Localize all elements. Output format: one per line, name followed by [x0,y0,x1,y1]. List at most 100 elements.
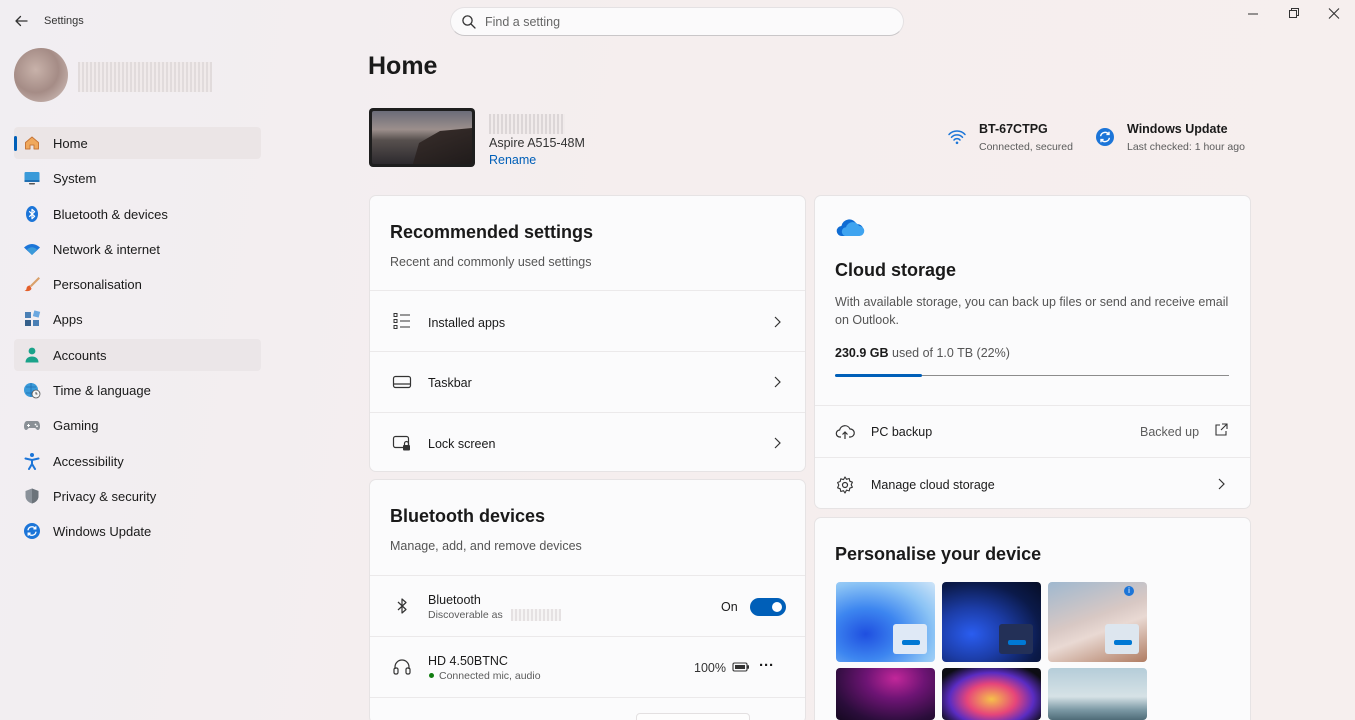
theme-thumbnail-purple[interactable] [836,668,935,720]
taskbar-icon [392,372,412,392]
theme-window-preview [999,624,1033,654]
sidebar-item-windows-update[interactable]: Windows Update [14,515,261,547]
pc-backup-row[interactable]: PC backup Backed up [815,405,1250,457]
row-label: Manage cloud storage [871,478,995,492]
sidebar-item-network[interactable]: Network & internet [14,233,261,265]
sidebar-item-apps[interactable]: Apps [14,303,261,335]
minimize-button[interactable] [1238,4,1268,24]
device-status: Connected mic, audio [439,670,541,682]
manage-cloud-storage-row[interactable]: Manage cloud storage [815,457,1250,508]
lock-screen-row[interactable]: Lock screen [370,412,805,471]
storage-used-amount: 230.9 GB [835,346,889,360]
lock-screen-icon [392,433,412,453]
list-icon [392,311,412,331]
search-box[interactable] [450,7,904,36]
home-icon [23,134,41,152]
storage-usage: 230.9 GB used of 1.0 TB (22%) [835,346,1010,360]
device-row-headphones[interactable]: HD 4.50BTNC Connected mic, audio 100% ··… [370,636,805,697]
theme-thumbnail-flowers[interactable]: i [1048,582,1147,662]
chevron-right-icon [772,315,782,329]
sidebar-item-label: Accessibility [53,453,124,469]
sidebar-item-system[interactable]: System [14,162,261,194]
sidebar-item-home[interactable]: Home [14,127,261,159]
cloud-storage-card: Cloud storage With available storage, yo… [814,195,1251,509]
discoverable-name-redacted [511,609,561,621]
sidebar-item-bluetooth[interactable]: Bluetooth & devices [14,198,261,230]
discoverable-label: Discoverable as [428,609,503,621]
toggle-state-label: On [721,600,738,614]
network-state: Connected, secured [979,141,1073,153]
sidebar-item-label: Personalisation [53,277,142,293]
row-label: PC backup [871,425,933,439]
connected-dot [429,673,434,678]
sidebar-item-label: Time & language [53,383,151,399]
card-title: Cloud storage [835,260,957,280]
apps-icon [23,310,41,328]
sidebar-item-label: Apps [53,312,83,328]
theme-window-preview [893,624,927,654]
info-badge-icon: i [1124,586,1134,596]
view-all-devices-button[interactable] [636,713,750,720]
restore-button[interactable] [1279,4,1309,24]
page-title: Home [368,52,438,80]
avatar[interactable] [14,48,68,102]
update-icon [23,522,41,540]
storage-progress-bar [835,374,1229,377]
card-subtitle: Manage, add, and remove devices [390,539,582,553]
accessibility-icon [23,452,41,470]
theme-thumbnail-coast[interactable] [1048,668,1147,720]
recommended-settings-card: Recommended settings Recent and commonly… [369,195,806,472]
sidebar-nav: Home System Bluetooth & devices Network … [14,127,261,551]
sidebar-item-privacy[interactable]: Privacy & security [14,480,261,512]
storage-used-detail: used of 1.0 TB (22%) [892,346,1010,360]
device-model: Aspire A515-48M [489,136,585,150]
device-name: HD 4.50BTNC [428,654,508,668]
globe-clock-icon [23,381,41,399]
sidebar-item-label: System [53,171,97,187]
sidebar-item-time-language[interactable]: Time & language [14,374,261,406]
bluetooth-label: Bluetooth [428,593,481,607]
more-options-button[interactable]: ··· [759,657,774,674]
card-title: Personalise your device [835,544,1042,564]
chevron-right-icon [772,436,782,450]
monitor-icon [23,169,41,187]
storage-progress-fill [835,374,922,377]
installed-apps-row[interactable]: Installed apps [370,290,805,351]
backup-status: Backed up [1140,425,1200,439]
onedrive-cloud-icon [835,218,865,238]
bluetooth-toggle[interactable] [750,598,786,616]
sidebar-item-label: Network & internet [53,241,160,257]
theme-thumbnail-bloom[interactable] [942,668,1041,720]
sidebar-item-accessibility[interactable]: Accessibility [14,445,261,477]
headphones-icon [392,657,412,677]
cloud-description: With available storage, you can back up … [835,295,1229,327]
sidebar-item-personalisation[interactable]: Personalisation [14,268,261,300]
bluetooth-devices-card: Bluetooth devices Manage, add, and remov… [369,479,806,720]
search-icon [461,14,477,30]
taskbar-row[interactable]: Taskbar [370,351,805,412]
sidebar-item-label: Privacy & security [53,488,157,504]
theme-thumbnail-dark[interactable] [942,582,1041,662]
chevron-right-icon [772,375,782,389]
close-button[interactable] [1319,4,1349,24]
shield-icon [23,487,41,505]
sidebar-item-accounts[interactable]: Accounts [14,338,261,371]
brush-icon [23,275,41,293]
back-arrow-icon[interactable] [12,12,30,30]
bluetooth-toggle-row: Bluetooth Discoverable as On [370,575,805,636]
chevron-right-icon [1216,477,1226,491]
row-label: Taskbar [428,376,472,390]
sidebar-item-label: Accounts [53,347,107,363]
gamepad-icon [23,416,41,434]
search-input[interactable] [485,13,885,31]
wifi-icon [23,240,41,258]
theme-thumbnail-light[interactable] [836,582,935,662]
device-name-redacted [489,114,565,134]
sidebar-item-label: Gaming [53,418,99,434]
battery-icon [732,659,750,675]
device-wallpaper-image [369,108,475,167]
theme-window-preview [1105,624,1139,654]
rename-link[interactable]: Rename [489,153,536,167]
sidebar-item-gaming[interactable]: Gaming [14,409,261,441]
gear-icon [835,475,855,495]
